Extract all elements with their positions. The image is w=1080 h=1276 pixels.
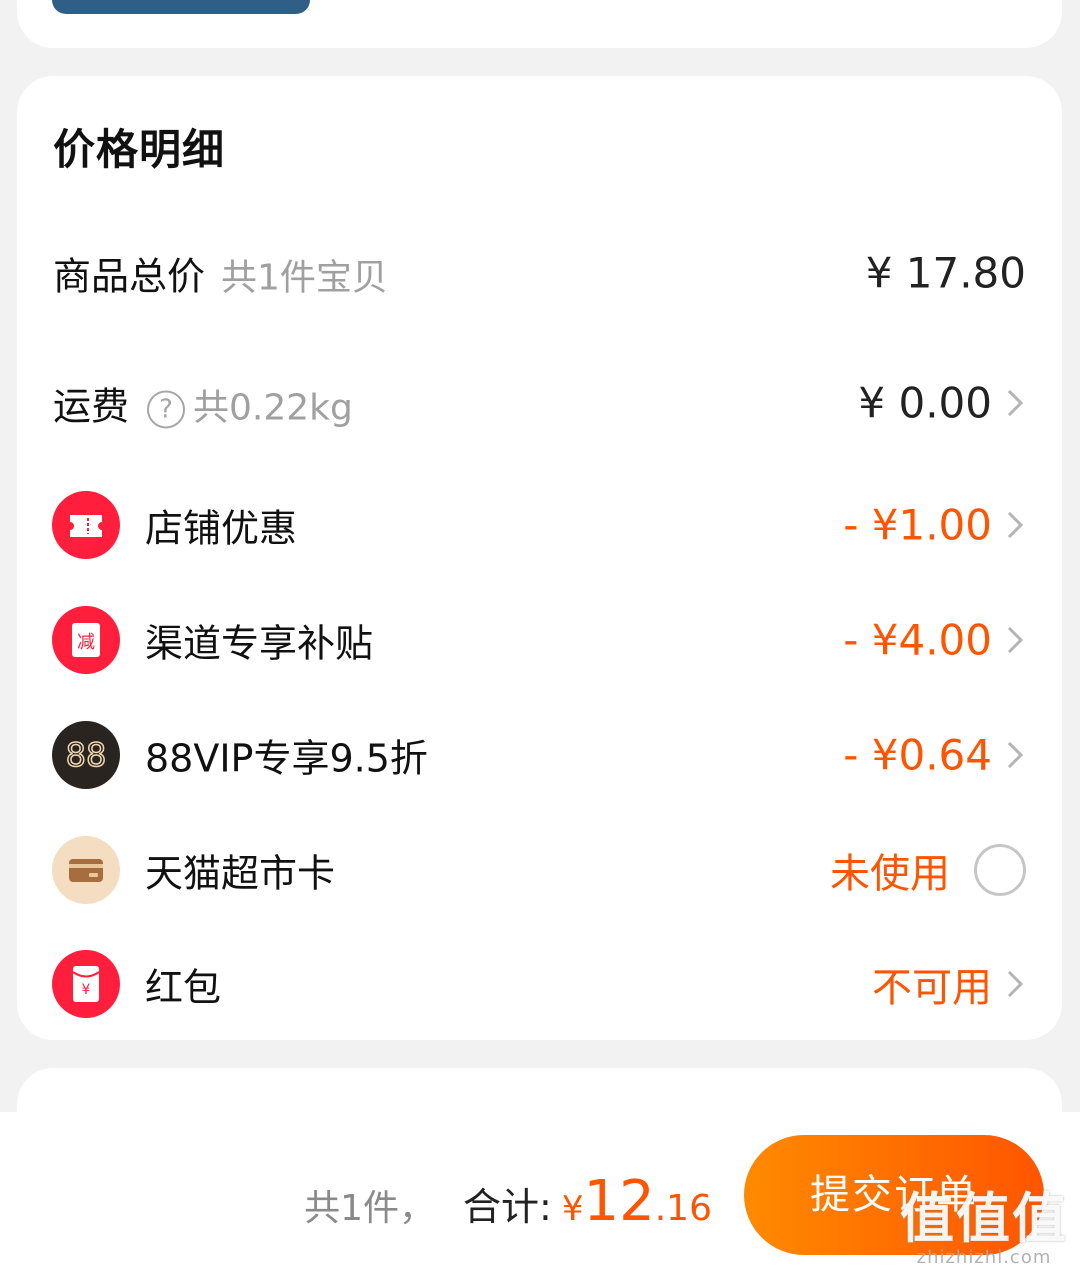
red-packet-icon: ¥ <box>52 950 120 1018</box>
vip-discount-row[interactable]: 88 88VIP专享9.5折 - ¥0.64 <box>17 715 1062 795</box>
chevron-right-icon <box>1007 970 1024 998</box>
supermarket-card-label: 天猫超市卡 <box>145 851 336 896</box>
total-integer: 12 <box>583 1169 655 1234</box>
supermarket-card-row[interactable]: 天猫超市卡 未使用 <box>17 830 1062 910</box>
supermarket-card-status: 未使用 <box>830 851 950 897</box>
previous-card <box>17 0 1062 48</box>
watermark-domain: zhizhizhi.com <box>916 1247 1052 1268</box>
product-thumbnail[interactable] <box>52 0 310 14</box>
shipping-row[interactable]: 运费? 共0.22kg ¥ 0.00 <box>17 363 1062 443</box>
chevron-right-icon <box>1007 626 1024 654</box>
shop-discount-row[interactable]: 店铺优惠 - ¥1.00 <box>17 485 1062 565</box>
channel-subsidy-row[interactable]: 减 渠道专享补贴 - ¥4.00 <box>17 600 1062 680</box>
red-packet-icon-text: ¥ <box>82 982 91 998</box>
vip88-icon: 88 <box>52 721 120 789</box>
channel-subsidy-label: 渠道专享补贴 <box>145 621 374 666</box>
goods-total-row: 商品总价 共1件宝贝 ¥ 17.80 <box>17 233 1062 313</box>
watermark-brand: 值值值 <box>900 1187 1068 1250</box>
card-icon <box>52 836 120 904</box>
watermark: 值值值 zhizhizhi.com <box>900 1187 1068 1269</box>
goods-total-label: 商品总价 <box>53 254 206 299</box>
chevron-right-icon <box>1007 741 1024 769</box>
reduce-icon-text: 减 <box>77 632 95 653</box>
price-detail-title: 价格明细 <box>53 125 226 174</box>
channel-subsidy-amount: - ¥4.00 <box>843 615 992 665</box>
shipping-weight-note: 共0.22kg <box>193 387 353 429</box>
total-label: 合计: <box>463 1185 552 1229</box>
chevron-right-icon <box>1007 511 1024 539</box>
vip88-icon-text: 88 <box>66 736 107 774</box>
goods-count-note: 共1件宝贝 <box>221 257 388 299</box>
supermarket-card-radio[interactable] <box>974 844 1026 896</box>
shipping-amount: ¥ 0.00 <box>858 378 992 428</box>
red-packet-status: 不可用 <box>872 965 992 1011</box>
order-summary: 共1件， 合计: ¥12.16 <box>304 1169 712 1234</box>
chevron-right-icon <box>1007 389 1024 417</box>
vip-discount-amount: - ¥0.64 <box>843 730 992 780</box>
vip-discount-label: 88VIP专享9.5折 <box>145 736 428 781</box>
goods-total-amount: ¥ 17.80 <box>865 248 1026 298</box>
total-decimal: .16 <box>654 1188 712 1229</box>
question-circle-icon[interactable]: ? <box>147 390 186 428</box>
shop-discount-amount: - ¥1.00 <box>843 500 992 550</box>
price-detail-card: 价格明细 商品总价 共1件宝贝 ¥ 17.80 运费? 共0.22kg ¥ 0.00… <box>17 76 1062 1040</box>
total-currency: ¥ <box>561 1189 584 1229</box>
red-packet-row[interactable]: ¥ 红包 不可用 <box>17 944 1062 1024</box>
red-packet-label: 红包 <box>145 965 222 1010</box>
item-count: 共1件， <box>304 1188 436 1229</box>
reduce-icon: 减 <box>52 606 120 674</box>
ticket-icon <box>52 491 120 559</box>
shop-discount-label: 店铺优惠 <box>145 506 298 551</box>
shipping-label: 运费 <box>53 384 130 429</box>
